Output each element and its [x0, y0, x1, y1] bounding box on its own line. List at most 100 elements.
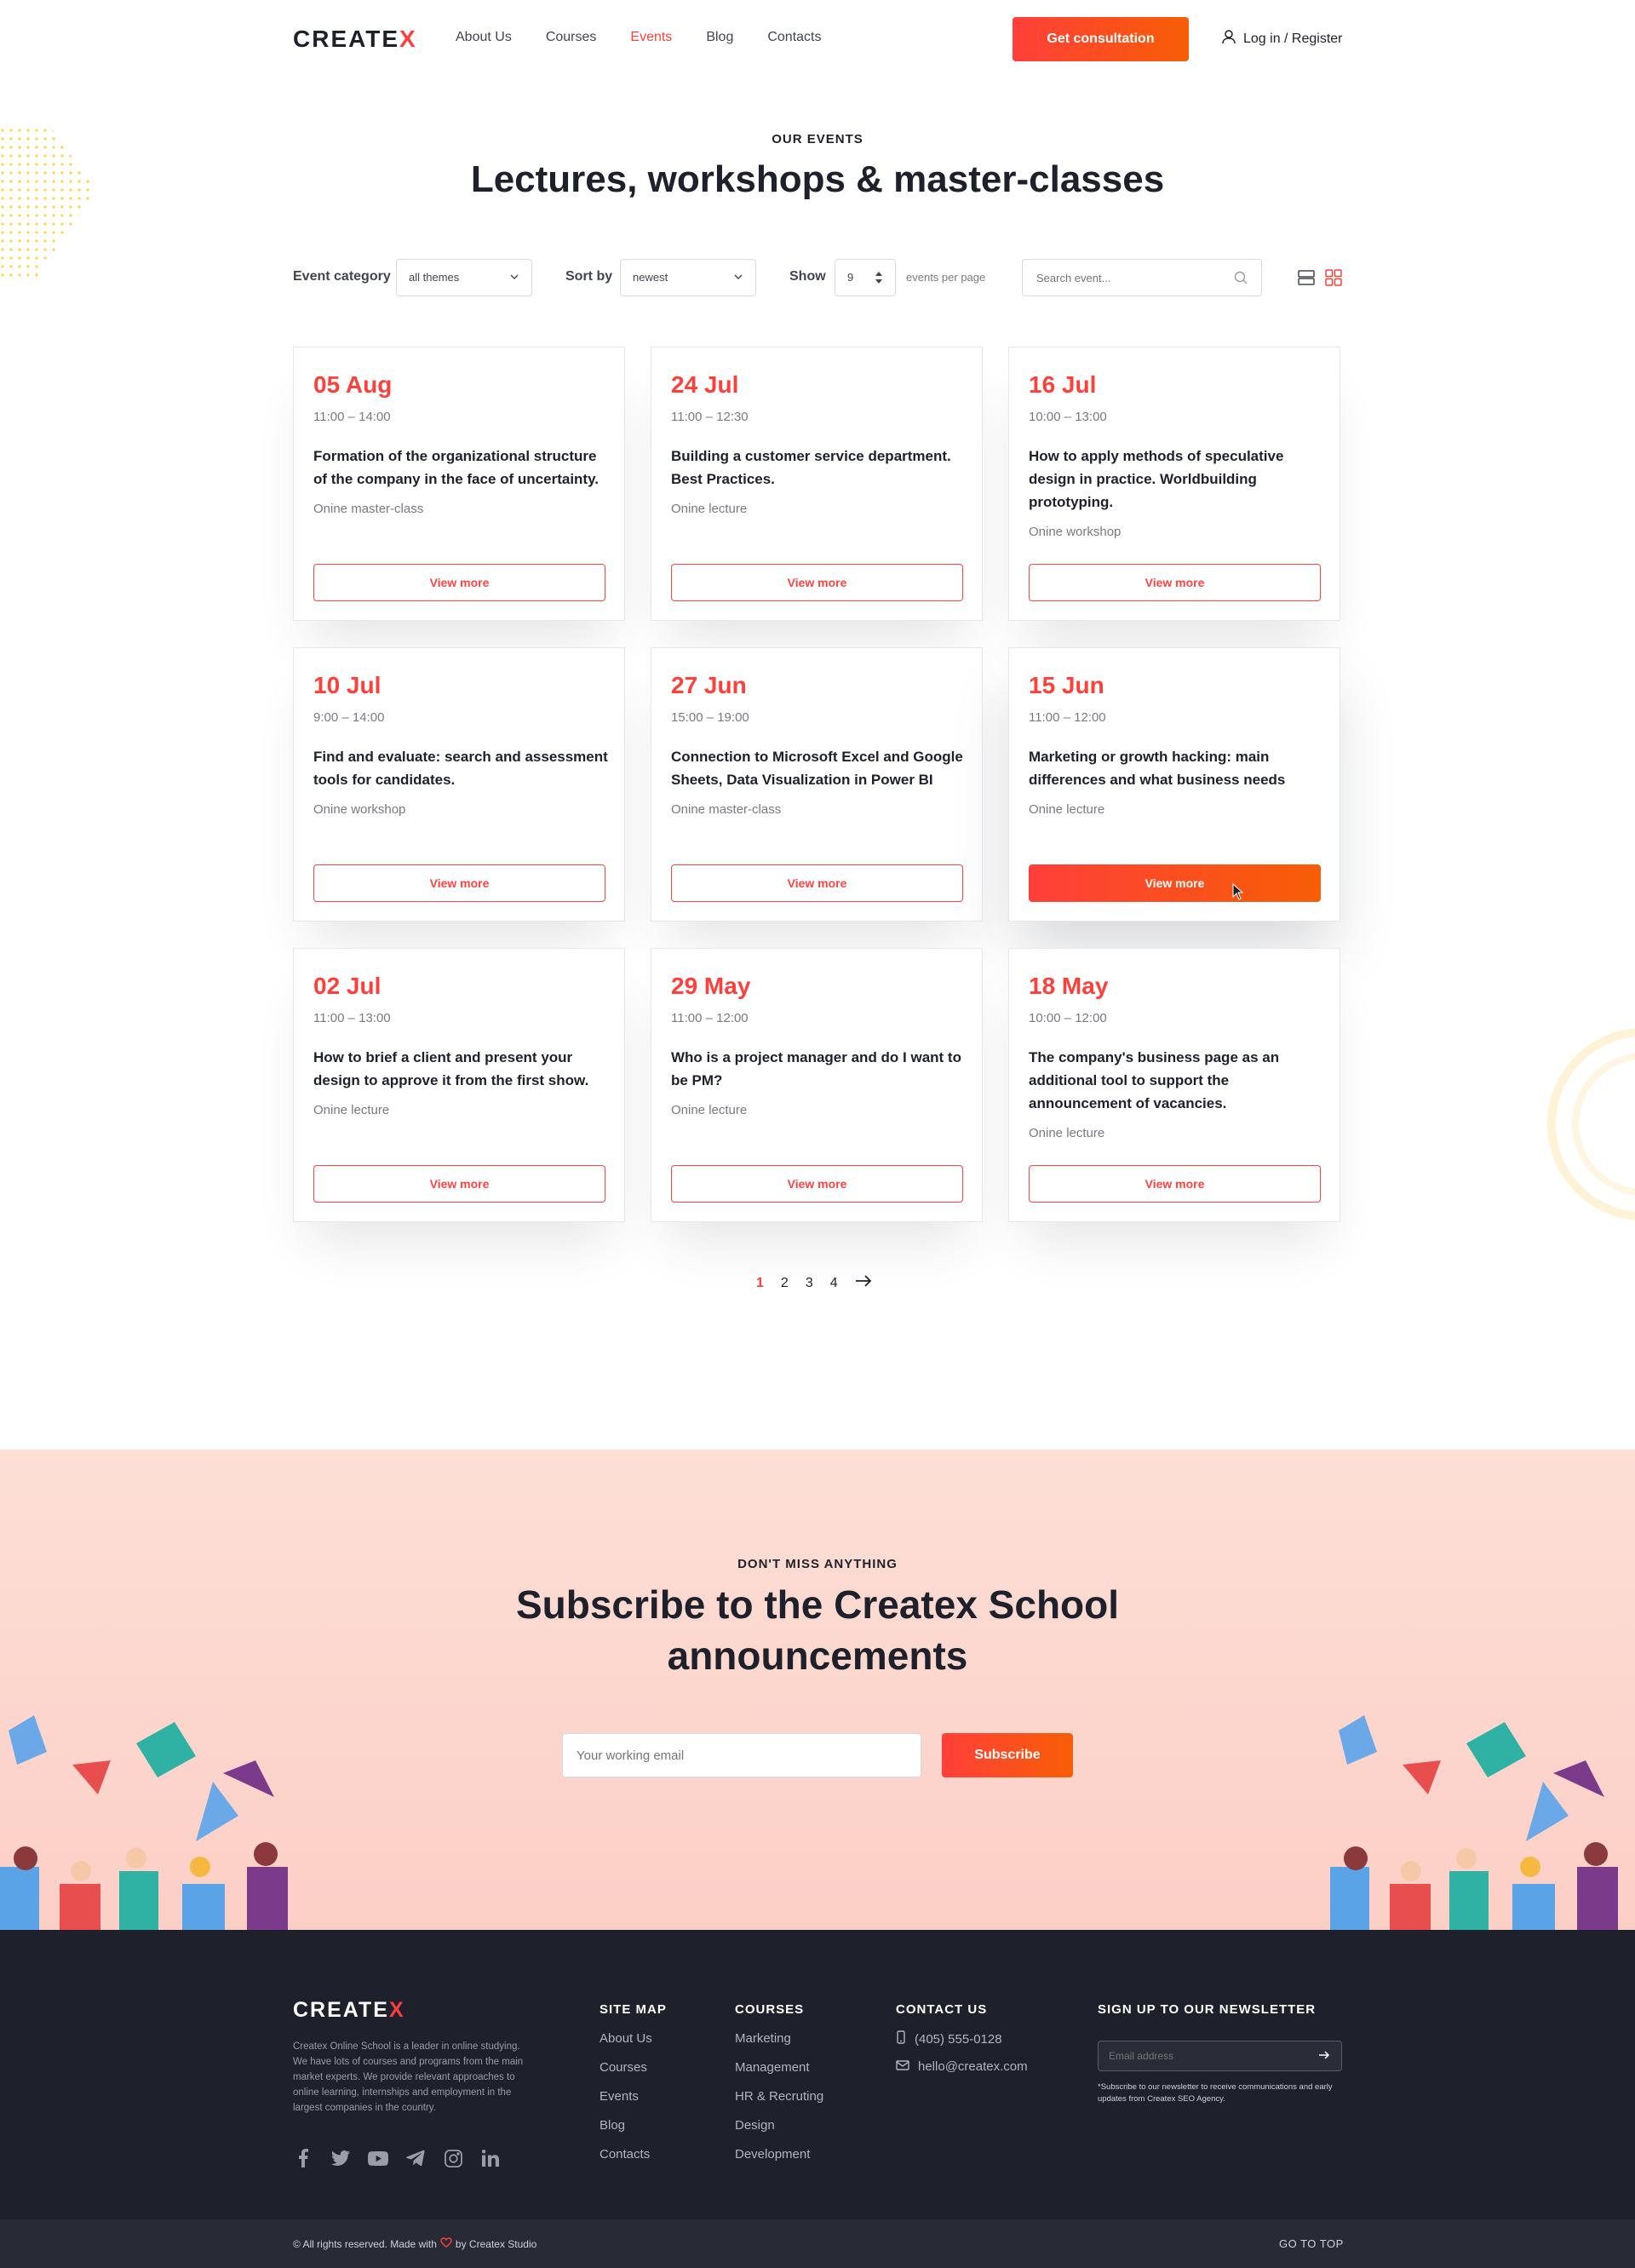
event-type: Onine master-class — [313, 502, 424, 516]
page-1-link[interactable]: 1 — [756, 1276, 764, 1291]
view-more-button[interactable]: View more — [313, 864, 605, 902]
view-more-button[interactable]: View more — [1029, 1165, 1321, 1203]
footer-link-events[interactable]: Events — [600, 2088, 652, 2104]
footer-logo[interactable]: CREATEX — [293, 1998, 405, 2023]
decorative-dots — [0, 128, 102, 281]
subscribe-button[interactable]: Subscribe — [942, 1733, 1073, 1777]
sort-select[interactable]: newest — [620, 259, 756, 296]
mail-icon — [896, 2059, 909, 2074]
event-card: 16 Jul 10:00 – 13:00 How to apply method… — [1008, 347, 1340, 621]
event-type: Onine workshop — [313, 802, 406, 817]
footer-course-marketing[interactable]: Marketing — [735, 2030, 823, 2047]
social-links — [293, 2148, 501, 2168]
event-time: 11:00 – 12:30 — [671, 410, 749, 424]
nav-contacts[interactable]: Contacts — [767, 30, 821, 45]
event-date: 16 Jul — [1029, 371, 1097, 398]
twitter-icon[interactable] — [330, 2148, 351, 2168]
event-title: Formation of the organizational structur… — [313, 448, 600, 487]
event-type: Onine lecture — [1029, 1126, 1105, 1140]
view-more-button[interactable]: View more — [671, 1165, 963, 1203]
nav-courses[interactable]: Courses — [546, 30, 597, 45]
instagram-icon[interactable] — [443, 2148, 463, 2168]
contact-phone[interactable]: (405) 555-0128 — [896, 2030, 1002, 2047]
newsletter-title: SIGN UP TO OUR NEWSLETTER — [1098, 2002, 1317, 2017]
category-value: all themes — [409, 271, 460, 284]
subscribe-eyebrow: DON'T MISS ANYTHING — [737, 1557, 898, 1571]
per-page-stepper[interactable]: 9 — [835, 259, 896, 296]
site-header: CREATE X About Us Courses Events Blog Con… — [0, 0, 1635, 78]
newsletter-email-input[interactable] — [1098, 2041, 1342, 2071]
view-more-button[interactable]: View more — [313, 564, 605, 601]
contact-email[interactable]: hello@createx.com — [896, 2059, 1028, 2074]
event-card: 10 Jul 9:00 – 14:00 Find and evaluate: s… — [293, 647, 625, 922]
event-type: Onine lecture — [313, 1103, 390, 1117]
search-event-input[interactable] — [1022, 259, 1262, 296]
view-more-button[interactable]: View more — [313, 1165, 605, 1203]
footer-course-hr[interactable]: HR & Recruting — [735, 2088, 823, 2104]
login-register-link[interactable]: Log in / Register — [1221, 29, 1343, 49]
page-3-link[interactable]: 3 — [806, 1276, 813, 1291]
contact-title: CONTACT US — [896, 2002, 988, 2017]
facebook-icon[interactable] — [293, 2148, 313, 2168]
graduation-illustration-right — [1330, 1714, 1635, 1930]
footer-course-design[interactable]: Design — [735, 2117, 823, 2133]
page-2-link[interactable]: 2 — [781, 1276, 789, 1291]
footer-course-development[interactable]: Development — [735, 2146, 823, 2162]
nav-blog[interactable]: Blog — [706, 30, 733, 45]
view-more-button[interactable]: View more — [671, 864, 963, 902]
event-title: The company's business page as an additi… — [1029, 1049, 1280, 1111]
youtube-icon[interactable] — [368, 2148, 388, 2168]
nav-about-us[interactable]: About Us — [456, 30, 512, 45]
footer-link-blog[interactable]: Blog — [600, 2117, 652, 2133]
event-title: How to brief a client and present your d… — [313, 1049, 589, 1088]
copyright: © All rights reserved. Made with by Crea… — [293, 2237, 536, 2250]
telegram-icon[interactable] — [405, 2148, 426, 2168]
view-more-button[interactable]: View more — [1029, 564, 1321, 601]
event-card: 27 Jun 15:00 – 19:00 Connection to Micro… — [651, 647, 983, 922]
view-more-button[interactable]: View more — [1029, 864, 1321, 902]
event-title: Find and evaluate: search and assessment… — [313, 749, 608, 788]
footer-link-about-us[interactable]: About Us — [600, 2030, 652, 2047]
view-more-button[interactable]: View more — [671, 564, 963, 601]
search-icon[interactable] — [1233, 270, 1248, 290]
get-consultation-button[interactable]: Get consultation — [1013, 17, 1189, 61]
event-time: 10:00 – 13:00 — [1029, 410, 1107, 424]
createx-logo[interactable]: CREATE X — [293, 25, 417, 54]
event-time: 11:00 – 12:00 — [1029, 710, 1106, 725]
footer-logo-text: CREATE — [293, 1998, 389, 2022]
login-label: Log in / Register — [1243, 31, 1343, 46]
event-time: 9:00 – 14:00 — [313, 710, 385, 725]
show-label: Show — [789, 269, 826, 284]
arrow-right-icon[interactable] — [1318, 2049, 1330, 2065]
page-4-link[interactable]: 4 — [830, 1276, 838, 1291]
bottom-bar: © All rights reserved. Made with by Crea… — [0, 2219, 1635, 2268]
arrow-right-icon[interactable] — [855, 1275, 872, 1291]
page-title: Lectures, workshops & master-classes — [470, 158, 1165, 200]
event-date: 02 Jul — [313, 973, 382, 999]
event-time: 11:00 – 13:00 — [313, 1011, 391, 1025]
per-page-note: events per page — [906, 271, 986, 284]
linkedin-icon[interactable] — [480, 2148, 501, 2168]
footer-link-courses[interactable]: Courses — [600, 2059, 652, 2076]
list-view-icon[interactable] — [1298, 269, 1315, 290]
chevron-down-icon — [733, 260, 743, 310]
footer-link-contacts[interactable]: Contacts — [600, 2146, 652, 2162]
sort-arrows-icon — [875, 260, 883, 310]
mouse-cursor-icon — [1232, 882, 1244, 904]
event-date: 10 Jul — [313, 672, 382, 698]
event-type: Onine lecture — [1029, 802, 1105, 817]
user-icon — [1221, 29, 1236, 49]
footer-course-management[interactable]: Management — [735, 2059, 823, 2076]
event-date: 29 May — [671, 973, 751, 999]
nav-events[interactable]: Events — [630, 30, 672, 45]
courses-title: COURSES — [735, 2002, 805, 2017]
copyright-text-start: © All rights reserved. Made with — [293, 2237, 437, 2250]
subscribe-email-input[interactable] — [562, 1733, 921, 1777]
event-date: 05 Aug — [313, 371, 393, 398]
event-card: 24 Jul 11:00 – 12:30 Building a customer… — [651, 347, 983, 621]
go-to-top-link[interactable]: GO TO TOP — [1279, 2237, 1344, 2250]
heart-icon — [440, 2237, 452, 2250]
section-eyebrow: OUR EVENTS — [772, 132, 863, 146]
grid-view-icon[interactable] — [1325, 269, 1342, 290]
category-select[interactable]: all themes — [396, 259, 532, 296]
